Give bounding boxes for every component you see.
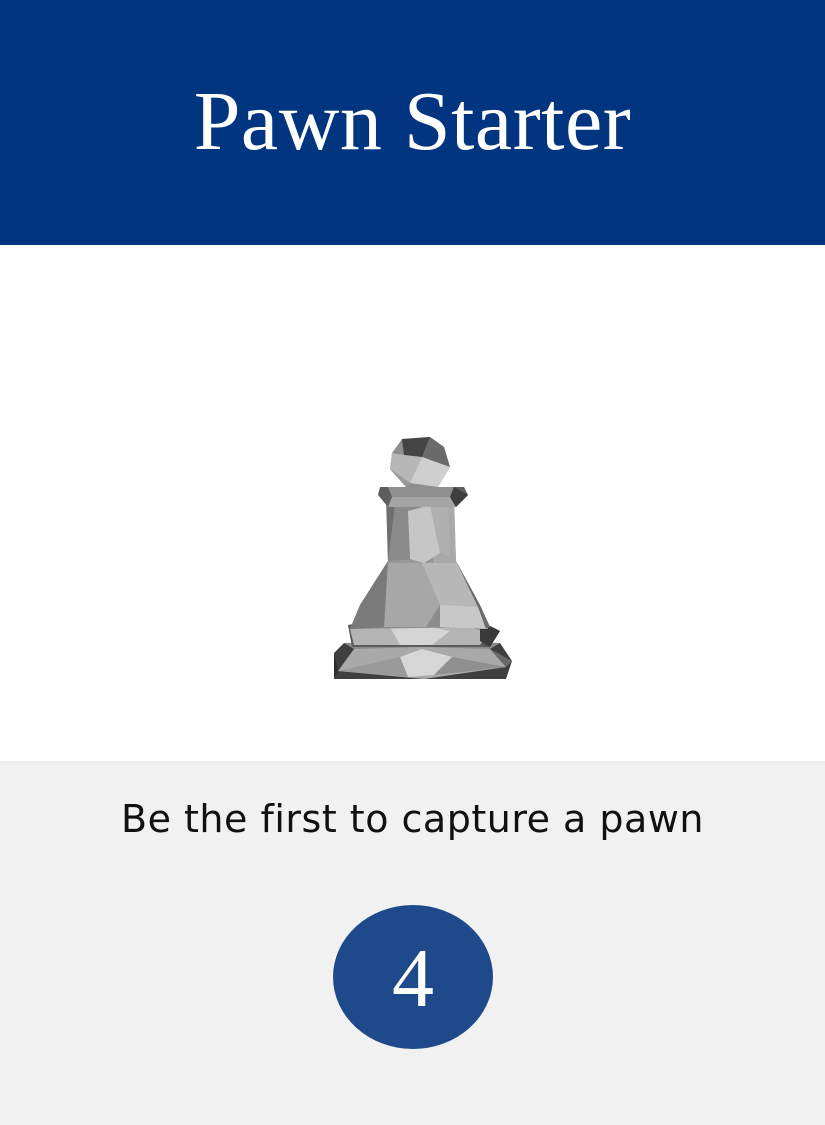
card-illustration — [0, 245, 825, 761]
card-header: Pawn Starter — [0, 0, 825, 245]
pawn-icon — [334, 437, 512, 679]
points-value: 4 — [392, 931, 434, 1025]
points-badge: 4 — [333, 905, 493, 1049]
achievement-card: Pawn Starter Be the first to capture a p… — [0, 0, 825, 1125]
card-footer: Be the first to capture a pawn 4 — [0, 761, 825, 1125]
card-description: Be the first to capture a pawn — [121, 797, 704, 841]
card-title: Pawn Starter — [193, 75, 632, 168]
